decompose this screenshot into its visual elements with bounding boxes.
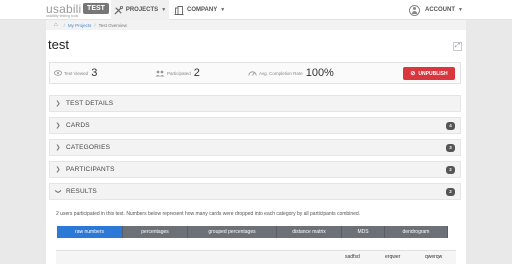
chevron-down-icon: ❯ [54, 188, 61, 195]
chevron-right-icon: ❯ [55, 145, 61, 151]
stat-completion-value: 100% [305, 67, 334, 79]
chevron-right-icon: ❯ [55, 101, 61, 107]
unpublish-label: UNPUBLISH [418, 70, 448, 77]
eye-slash-icon: ⊘ [410, 71, 416, 77]
section-title: CARDS [66, 122, 90, 129]
chevron-down-icon: ▼ [220, 7, 226, 13]
nav-projects[interactable]: PROJECTS ▼ [111, 0, 169, 20]
tab-distance-matrix[interactable]: distance matrix [277, 226, 342, 238]
stat-completion: Avg. Completion Rate 100% [248, 63, 334, 83]
stats-bar: Test Viewed 3 Participated 2 Avg. Comple… [49, 62, 461, 84]
tab-mds[interactable]: MDS [342, 226, 385, 238]
section-test-details[interactable]: ❯ TEST DETAILS [49, 95, 461, 112]
count-badge: 2 [446, 166, 455, 174]
top-navbar: usabili TEST usability testing tools PRO… [0, 0, 512, 20]
main-content: test ⤢ Test Viewed 3 Participated 2 Avg.… [46, 30, 466, 264]
home-icon[interactable]: ⌂ [54, 22, 58, 28]
section-title: RESULTS [66, 188, 97, 195]
nav-account[interactable]: ACCOUNT ▼ [409, 0, 463, 20]
stat-viewed: Test Viewed 3 [54, 63, 97, 83]
breadcrumb: ⌂ / My Projects / Test Overview [46, 20, 466, 30]
gauge-icon [248, 71, 257, 76]
nav-company[interactable]: COMPANY ▼ [174, 0, 225, 20]
tab-grouped-percentages[interactable]: grouped percentages [188, 226, 277, 238]
nav-company-label: COMPANY [187, 7, 218, 13]
building-icon [174, 5, 184, 15]
section-results[interactable]: ❯ RESULTS 2 [49, 183, 461, 200]
stat-viewed-value: 3 [91, 67, 98, 79]
tab-percentages[interactable]: percentages [123, 226, 188, 238]
count-badge: 4 [446, 122, 455, 130]
section-cards[interactable]: ❯ CARDS 4 [49, 117, 461, 134]
eye-icon [54, 70, 62, 76]
nav-projects-label: PROJECTS [125, 7, 159, 13]
results-tabs: raw numbers percentages grouped percenta… [57, 226, 448, 238]
column-header: sadfsd [345, 254, 360, 260]
chevron-right-icon: ❯ [55, 167, 61, 173]
count-badge: 3 [446, 144, 455, 152]
stat-participated-value: 2 [193, 67, 200, 79]
tab-raw-numbers[interactable]: raw numbers [57, 226, 123, 238]
breadcrumb-current: Test Overview [98, 22, 127, 28]
section-title: PARTICIPANTS [66, 166, 115, 173]
stat-participated: Participated 2 [155, 63, 200, 83]
stat-participated-label: Participated [167, 70, 191, 76]
breadcrumb-my-projects[interactable]: My Projects [68, 23, 92, 28]
chevron-down-icon: ▼ [161, 7, 167, 13]
chevron-down-icon: ▼ [458, 7, 463, 13]
section-participants[interactable]: ❯ PARTICIPANTS 2 [49, 161, 461, 178]
nav-account-label: ACCOUNT [425, 7, 455, 13]
breadcrumb-separator: / [63, 22, 65, 28]
column-header: qwerqw [425, 254, 443, 260]
expand-icon: ⤢ [455, 43, 460, 49]
column-header: erqwer [385, 254, 401, 260]
section-categories[interactable]: ❯ CATEGORIES 3 [49, 139, 461, 156]
results-description: 2 users participated in this test. Numbe… [56, 211, 361, 217]
stat-viewed-label: Test Viewed [64, 70, 89, 76]
logo-tagline: usability testing tools [46, 14, 79, 18]
section-title: TEST DETAILS [66, 100, 114, 107]
page-title: test [48, 37, 69, 52]
user-icon [409, 4, 420, 16]
logo-badge: TEST [83, 3, 109, 14]
tab-dendrogram[interactable]: dendrogram [385, 226, 448, 238]
results-table-header: sadfsd erqwer qwerqw [56, 250, 456, 264]
section-title: CATEGORIES [66, 144, 111, 151]
tools-icon [114, 5, 123, 15]
count-badge: 2 [446, 188, 455, 196]
fullscreen-button[interactable]: ⤢ [453, 42, 462, 51]
stat-completion-label: Avg. Completion Rate [259, 70, 303, 76]
breadcrumb-separator: / [94, 22, 96, 28]
users-icon [155, 70, 165, 76]
unpublish-button[interactable]: ⊘ UNPUBLISH [403, 67, 455, 80]
chevron-right-icon: ❯ [55, 123, 61, 129]
